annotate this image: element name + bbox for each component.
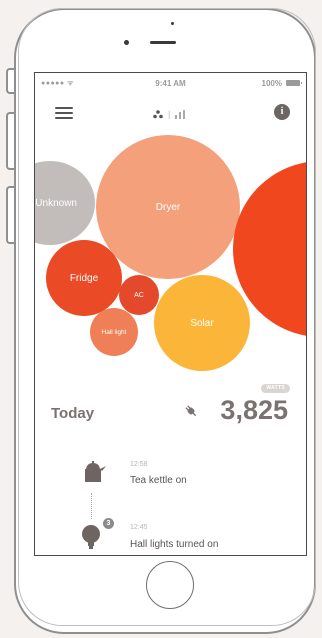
- timeline-time-2: 12:45: [130, 524, 148, 531]
- app-screen: ●●●●● ᯤ 9:41 AM 100% | i Unknown Dryer F…: [34, 72, 307, 556]
- bubble-ac[interactable]: AC: [119, 275, 159, 315]
- watts-badge: WATTS: [261, 384, 290, 393]
- bubble-unknown[interactable]: Unknown: [35, 161, 95, 245]
- battery-percent: 100%: [261, 79, 282, 88]
- timeline-text-1[interactable]: Tea kettle on: [130, 475, 187, 486]
- front-camera: [124, 40, 129, 45]
- proximity-sensor: [171, 22, 174, 25]
- plug-icon: [185, 405, 197, 417]
- bubble-dryer-label: Dryer: [155, 201, 181, 213]
- timeline-count-badge: 3: [103, 518, 114, 529]
- battery-icon: [286, 80, 302, 86]
- volume-up-button[interactable]: [6, 112, 14, 170]
- bubble-fridge[interactable]: Fridge: [46, 240, 122, 316]
- light-bulb-icon: [82, 525, 100, 549]
- bar-chart-view-icon[interactable]: [175, 109, 186, 119]
- bubble-fridge-label: Fridge: [69, 272, 99, 284]
- today-watts-value: 3,825: [220, 395, 288, 425]
- toggle-divider: |: [168, 109, 171, 119]
- view-toggle: |: [153, 107, 186, 121]
- bubble-dryer[interactable]: Dryer: [96, 135, 240, 279]
- timeline-connector: [91, 493, 92, 519]
- bubble-unknown-label: Unknown: [35, 197, 77, 209]
- status-bar: ●●●●● ᯤ 9:41 AM 100%: [35, 73, 306, 93]
- mute-switch[interactable]: [6, 68, 14, 94]
- tea-kettle-icon: [85, 461, 106, 482]
- bubble-solar[interactable]: Solar: [154, 275, 250, 371]
- hamburger-menu-icon[interactable]: [55, 107, 73, 121]
- bubble-hall-light-label: Hall light: [101, 328, 127, 336]
- timeline-text-2[interactable]: Hall lights turned on: [130, 539, 218, 550]
- today-label: Today: [51, 405, 95, 422]
- bubble-hall-light[interactable]: Hall light: [90, 308, 138, 356]
- bubbles-view-icon[interactable]: [153, 109, 163, 119]
- earpiece-speaker: [150, 41, 176, 44]
- bubble-ac-label: AC: [134, 291, 144, 299]
- timeline-time-1: 12:58: [130, 461, 148, 468]
- volume-down-button[interactable]: [6, 186, 14, 244]
- home-button[interactable]: [146, 561, 194, 609]
- info-button[interactable]: i: [274, 104, 290, 120]
- bubble-solar-label: Solar: [190, 317, 214, 329]
